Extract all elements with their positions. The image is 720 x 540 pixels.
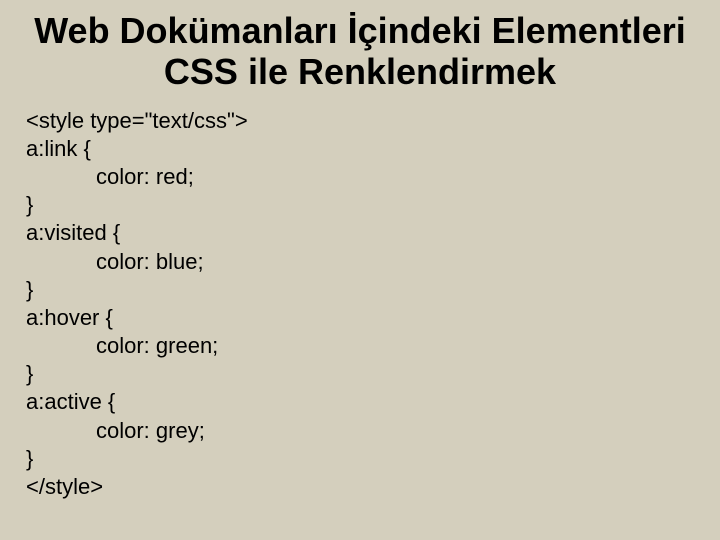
- code-line: }: [26, 361, 33, 386]
- code-line: a:visited {: [26, 220, 120, 245]
- code-line: a:active {: [26, 389, 115, 414]
- code-line: color: grey;: [96, 418, 205, 443]
- code-line: a:link {: [26, 136, 91, 161]
- code-line: }: [26, 277, 33, 302]
- slide-title: Web Dokümanları İçindeki Elementleri CSS…: [20, 10, 700, 93]
- code-line: </style>: [26, 474, 103, 499]
- code-line: color: red;: [96, 164, 194, 189]
- code-line: color: green;: [96, 333, 218, 358]
- code-block: <style type="text/css"> a:link { color: …: [26, 107, 700, 501]
- code-line: <style type="text/css">: [26, 108, 248, 133]
- code-line: a:hover {: [26, 305, 113, 330]
- slide: Web Dokümanları İçindeki Elementleri CSS…: [0, 0, 720, 540]
- code-line: }: [26, 446, 33, 471]
- code-line: color: blue;: [96, 249, 204, 274]
- code-line: }: [26, 192, 33, 217]
